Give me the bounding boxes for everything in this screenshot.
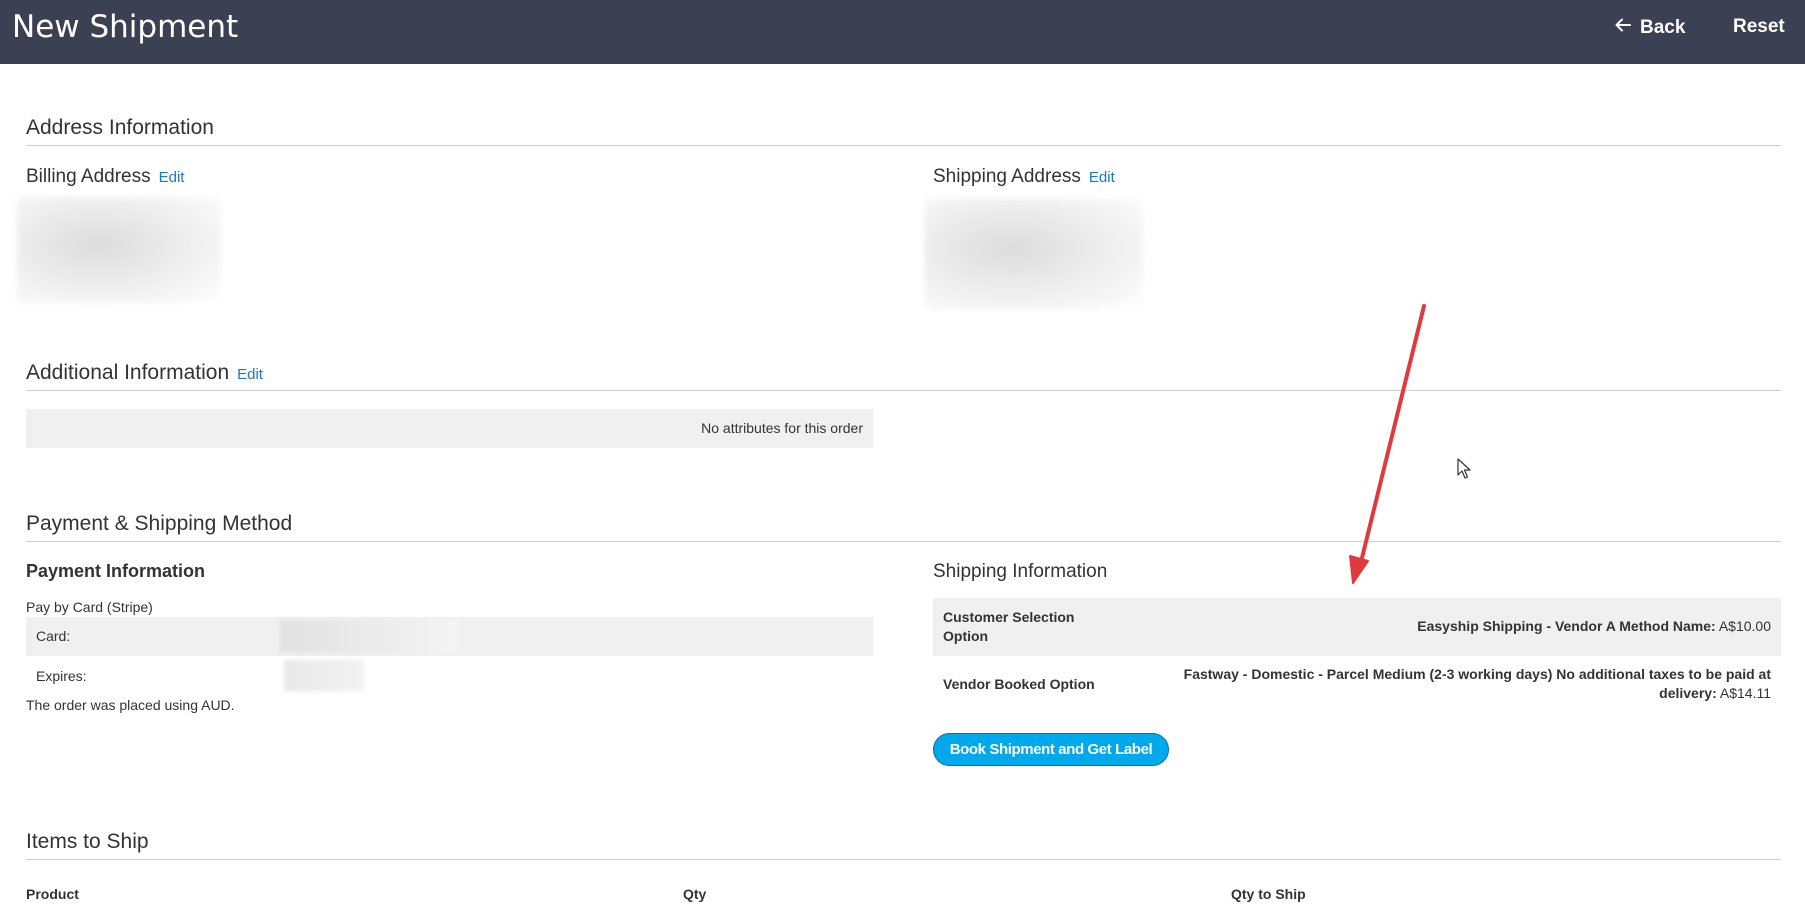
column-header-product: Product: [26, 886, 79, 902]
payment-shipping-section-title: Payment & Shipping Method: [26, 512, 293, 535]
page-header: New Shipment Back Reset: [0, 0, 1805, 64]
billing-edit-link[interactable]: Edit: [159, 169, 185, 186]
shipping-address-redacted: [925, 199, 1143, 309]
back-button[interactable]: Back: [1614, 16, 1685, 40]
divider: [26, 541, 1781, 542]
card-label: Card:: [36, 628, 71, 644]
billing-address-heading: Billing Address Edit: [26, 166, 184, 188]
expires-redacted: [284, 660, 364, 691]
address-section-title: Address Information: [26, 116, 214, 139]
card-number-redacted: [280, 620, 458, 653]
currency-note: The order was placed using AUD.: [26, 697, 235, 713]
payment-info-title: Payment Information: [26, 561, 206, 581]
annotation-arrow: [1349, 304, 1426, 584]
divider: [26, 390, 1781, 391]
row-value: Fastway - Domestic - Parcel Medium (2-3 …: [1183, 666, 1771, 701]
additional-info-heading: Additional Information Edit: [26, 361, 263, 385]
book-shipment-button[interactable]: Book Shipment and Get Label: [933, 733, 1169, 766]
shipping-row-customer-selection: Customer Selection Option Easyship Shipp…: [933, 598, 1781, 656]
mouse-pointer-icon: [1457, 458, 1471, 479]
row-label: Vendor Booked Option: [943, 676, 1095, 692]
row-value: Easyship Shipping - Vendor A Method Name…: [1417, 618, 1771, 634]
price: A$14.11: [1719, 685, 1771, 701]
shipping-address-title: Shipping Address: [933, 166, 1081, 187]
shipping-info-title: Shipping Information: [933, 561, 1108, 582]
row-label: Customer Selection Option: [943, 609, 1075, 644]
arrow-left-icon: [1614, 16, 1632, 40]
column-header-qty: Qty: [683, 886, 707, 902]
column-header-qty-to-ship: Qty to Ship: [1231, 886, 1306, 902]
shipping-edit-link[interactable]: Edit: [1089, 169, 1115, 186]
additional-section-title: Additional Information: [26, 361, 230, 384]
additional-edit-link[interactable]: Edit: [237, 366, 263, 383]
back-label: Back: [1640, 17, 1686, 38]
price: A$10.00: [1718, 618, 1771, 634]
page-title: New Shipment: [12, 9, 239, 45]
billing-address-redacted: [17, 197, 221, 303]
payment-method: Pay by Card (Stripe): [26, 599, 153, 615]
divider: [26, 145, 1781, 146]
attributes-box: No attributes for this order: [26, 409, 873, 448]
reset-button[interactable]: Reset: [1733, 16, 1785, 38]
no-attributes-text: No attributes for this order: [701, 420, 863, 436]
items-section-title: Items to Ship: [26, 830, 149, 853]
expires-label: Expires:: [36, 668, 87, 684]
shipping-address-heading: Shipping Address Edit: [933, 166, 1115, 188]
shipping-row-vendor-booked: Vendor Booked Option Fastway - Domestic …: [933, 656, 1781, 714]
billing-address-title: Billing Address: [26, 166, 151, 187]
divider: [26, 859, 1781, 860]
